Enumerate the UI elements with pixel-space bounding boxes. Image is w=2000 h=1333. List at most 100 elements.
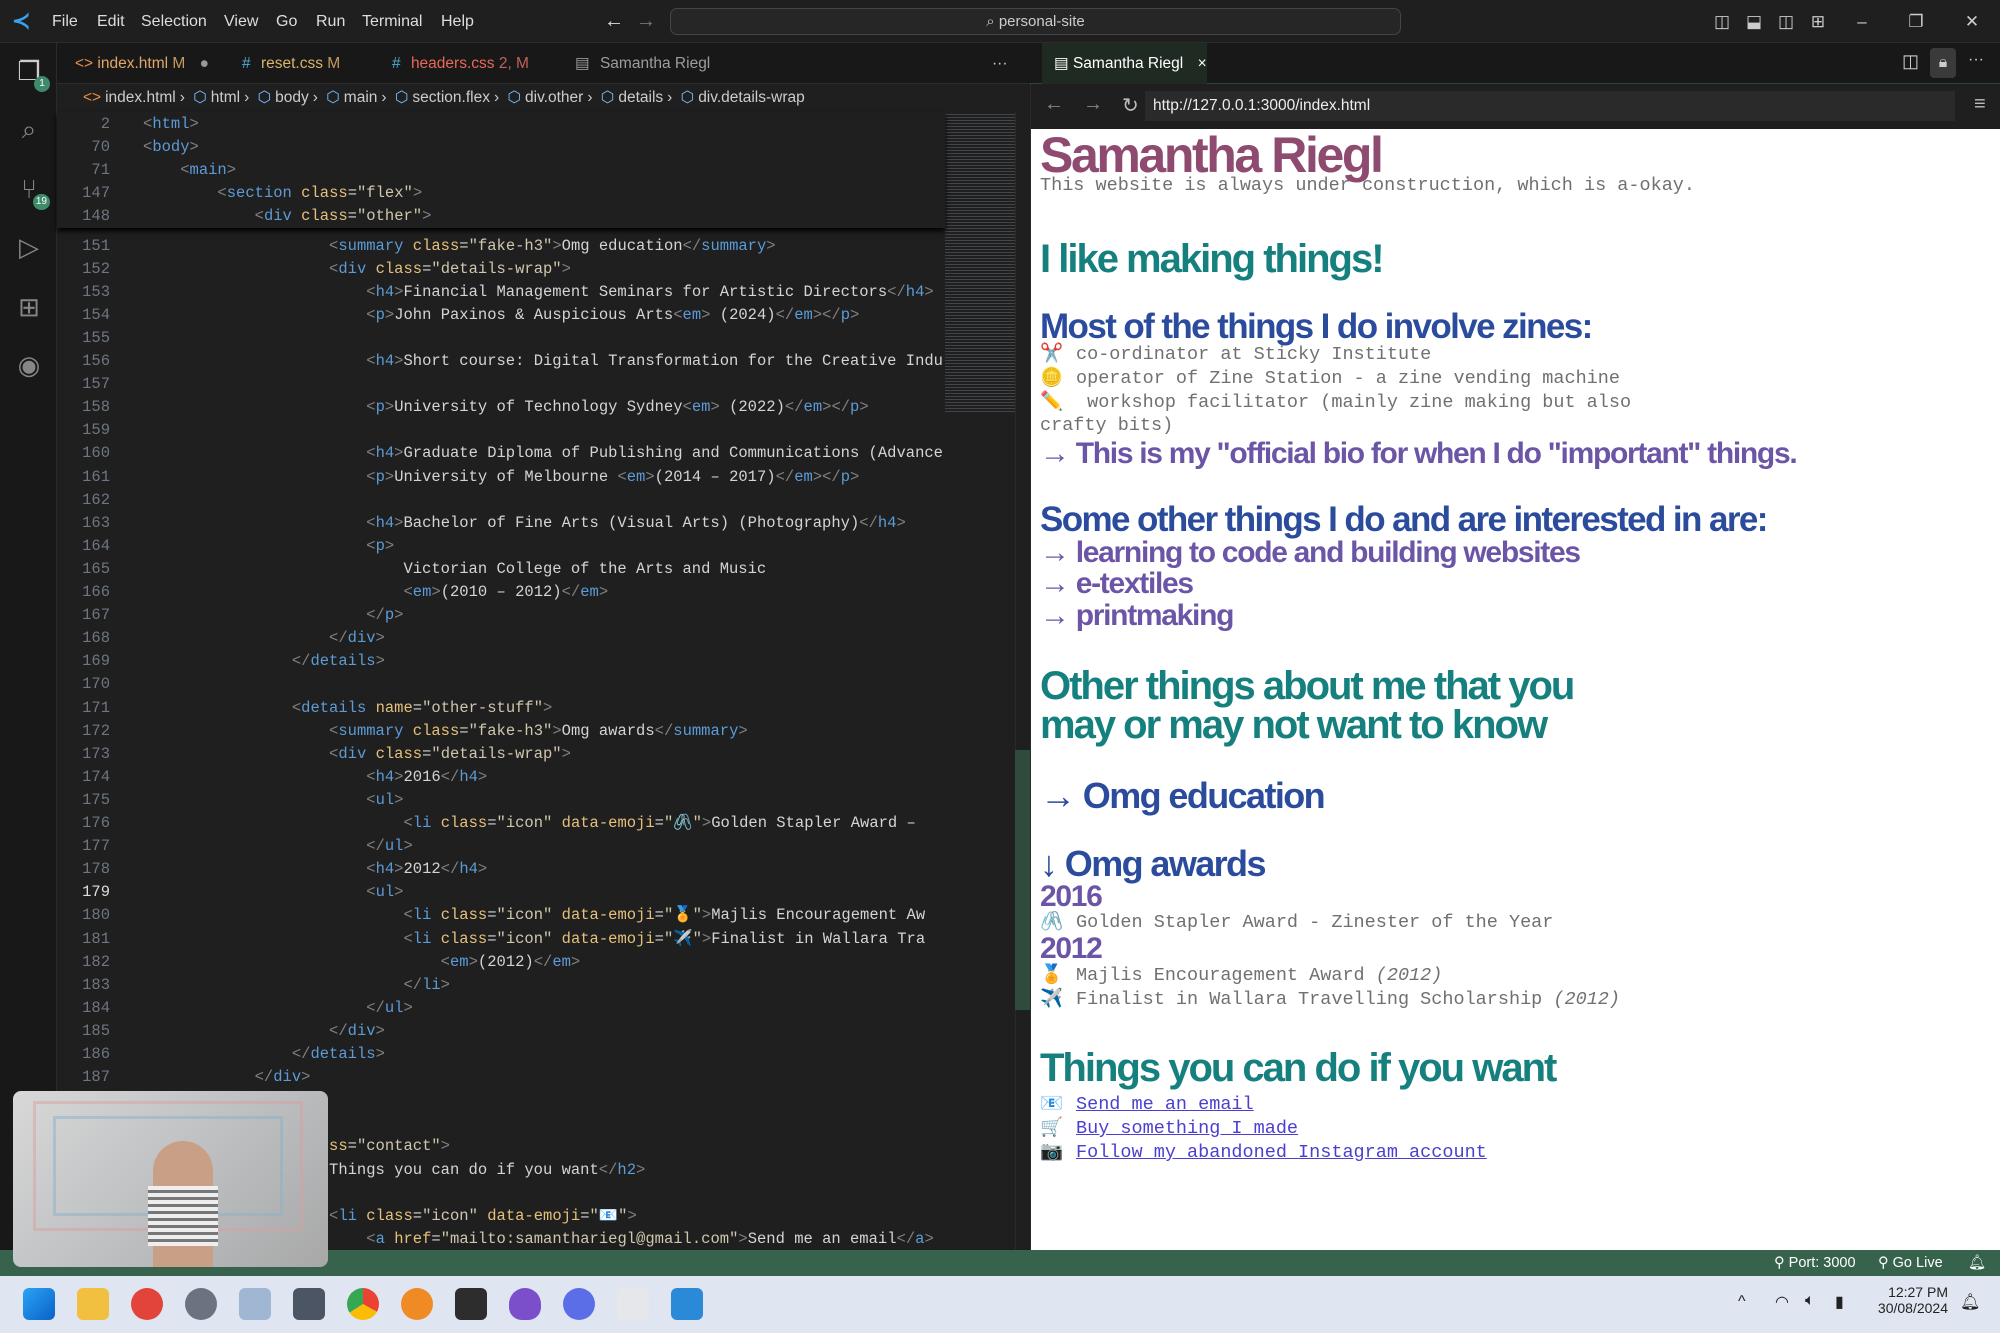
code-line[interactable]: 153 <h4>Financial Management Seminars fo… bbox=[57, 281, 945, 304]
resource-monitor-icon[interactable] bbox=[239, 1288, 271, 1320]
code-line[interactable]: 173 <div class="details-wrap"> bbox=[57, 743, 945, 766]
code-line[interactable]: 152 <div class="details-wrap"> bbox=[57, 258, 945, 281]
unsaved-dot-icon[interactable]: ● bbox=[200, 55, 209, 72]
search-app-icon[interactable] bbox=[401, 1288, 433, 1320]
code-line[interactable]: 178 <h4>2012</h4> bbox=[57, 858, 945, 881]
code-line[interactable]: 183 </li> bbox=[57, 974, 945, 997]
breadcrumb-item[interactable]: html bbox=[211, 89, 240, 106]
close-window-button[interactable]: ✕ bbox=[1956, 0, 1988, 43]
battery-icon[interactable]: ▮ bbox=[1835, 1292, 1844, 1312]
code-line[interactable]: 182 <em>(2012)</em> bbox=[57, 951, 945, 974]
breadcrumb-item[interactable]: div.details-wrap bbox=[698, 89, 805, 106]
calculator-icon[interactable] bbox=[293, 1288, 325, 1320]
education-summary[interactable]: → Omg education bbox=[1040, 775, 1326, 817]
code-line[interactable]: 171 <details name="other-stuff"> bbox=[57, 697, 945, 720]
code-line[interactable]: 185 </div> bbox=[57, 1020, 945, 1043]
explorer-icon[interactable]: ❐ 1 bbox=[14, 56, 50, 92]
menu-help[interactable]: Help bbox=[441, 0, 474, 43]
toggle-secondary-sidebar-icon[interactable]: ◫ bbox=[1770, 0, 1802, 43]
forward-icon[interactable]: → bbox=[1083, 93, 1103, 116]
snipping-tool-icon[interactable] bbox=[617, 1288, 649, 1320]
edge-devtools-icon[interactable]: ◉ bbox=[14, 350, 44, 380]
more-actions-icon[interactable]: ··· bbox=[1968, 51, 1984, 69]
breadcrumb-item[interactable]: details bbox=[618, 89, 663, 106]
code-line[interactable]: 169 </details> bbox=[57, 650, 945, 673]
source-control-icon[interactable]: ⑂ 19 bbox=[14, 174, 50, 210]
code-line[interactable]: 181 <li class="icon" data-emoji="✈️">Fin… bbox=[57, 928, 945, 951]
code-line[interactable]: 155 bbox=[57, 327, 945, 350]
menu-file[interactable]: File bbox=[52, 0, 78, 43]
toggle-sidebar-icon[interactable]: ◫ bbox=[1706, 0, 1738, 43]
lock-icon[interactable]: 🔒︎ bbox=[1930, 48, 1956, 78]
code-line[interactable]: 186 </details> bbox=[57, 1043, 945, 1066]
code-line[interactable]: 176 <li class="icon" data-emoji="🖇️">Gol… bbox=[57, 812, 945, 835]
breadcrumb-item[interactable]: body bbox=[275, 89, 309, 106]
awards-summary[interactable]: ↓ Omg awards bbox=[1040, 843, 1266, 885]
go-live-button[interactable]: ⚲ Go Live bbox=[1878, 1250, 1943, 1276]
obsidian-icon[interactable] bbox=[509, 1288, 541, 1320]
settings-icon[interactable] bbox=[185, 1288, 217, 1320]
start-button-icon[interactable] bbox=[23, 1288, 55, 1320]
restore-button[interactable]: ❐ bbox=[1900, 0, 1932, 43]
code-line[interactable]: 156 <h4>Short course: Digital Transforma… bbox=[57, 350, 945, 373]
code-line[interactable]: 184 </ul> bbox=[57, 997, 945, 1020]
sticky-scroll[interactable]: 2 <html> 70 <body> 71 <main> 147 <section cla… bbox=[57, 112, 945, 228]
code-line[interactable]: 71 <main> bbox=[57, 159, 945, 182]
split-editor-icon[interactable]: ◫ bbox=[1902, 51, 1919, 72]
menu-edit[interactable]: Edit bbox=[97, 0, 125, 43]
command-center-search[interactable]: ⌕ personal-site bbox=[670, 8, 1401, 35]
code-line[interactable]: 160 <h4>Graduate Diploma of Publishing a… bbox=[57, 442, 945, 465]
back-icon[interactable]: ← bbox=[1044, 93, 1064, 116]
code-line[interactable]: 163 <h4>Bachelor of Fine Arts (Visual Ar… bbox=[57, 512, 945, 535]
customize-layout-icon[interactable]: ⊞ bbox=[1802, 0, 1834, 43]
reload-icon[interactable]: ↻ bbox=[1122, 93, 1139, 118]
clock[interactable]: 12:27 PM 30/08/2024 bbox=[1868, 1284, 1948, 1316]
tab-samantha-riegl[interactable]: ▤ Samantha Riegl × bbox=[1042, 43, 1207, 84]
code-line[interactable]: 167 </p> bbox=[57, 604, 945, 627]
code-line[interactable]: 151 <summary class="fake-h3">Omg educati… bbox=[57, 235, 945, 258]
code-editor[interactable]: 151 <summary class="fake-h3">Omg educati… bbox=[57, 112, 945, 1250]
email-link[interactable]: Send me an email bbox=[1076, 1094, 1254, 1115]
code-line[interactable]: 168 </div> bbox=[57, 627, 945, 650]
tab-index-html[interactable]: <> index.html M ● bbox=[75, 43, 209, 84]
editor-scrollbar[interactable] bbox=[1015, 112, 1030, 1250]
code-line[interactable]: 187 </div> bbox=[57, 1066, 945, 1089]
code-line[interactable]: 161 <p>University of Melbourne <em>(2014… bbox=[57, 466, 945, 489]
close-tab-icon[interactable]: × bbox=[1198, 55, 1207, 72]
shop-link[interactable]: Buy something I made bbox=[1076, 1118, 1298, 1139]
vscode-taskbar-icon[interactable] bbox=[671, 1288, 703, 1320]
breadcrumb-item[interactable]: section.flex bbox=[412, 89, 490, 106]
code-line[interactable]: 170 bbox=[57, 673, 945, 696]
toggle-panel-icon[interactable]: ⬓ bbox=[1738, 0, 1770, 43]
wifi-icon[interactable]: ◠ bbox=[1775, 1292, 1789, 1312]
tab-headers-css[interactable]: # headers.css 2, M bbox=[392, 43, 529, 84]
code-line[interactable]: 158 <p>University of Technology Sydney<e… bbox=[57, 396, 945, 419]
vivaldi-icon[interactable] bbox=[131, 1288, 163, 1320]
tray-chevron-icon[interactable]: ^ bbox=[1738, 1293, 1746, 1311]
breadcrumb-item[interactable]: main bbox=[344, 89, 378, 106]
minimize-button[interactable]: – bbox=[1846, 0, 1878, 43]
run-debug-icon[interactable]: ▷ bbox=[14, 232, 44, 262]
todo-icon[interactable] bbox=[563, 1288, 595, 1320]
code-line[interactable]: 147 <section class="flex"> bbox=[57, 182, 945, 205]
breadcrumb-item[interactable]: div.other bbox=[525, 89, 583, 106]
code-line[interactable]: 157 bbox=[57, 373, 945, 396]
menu-selection[interactable]: Selection bbox=[141, 0, 207, 43]
instagram-link[interactable]: Follow my abandoned Instagram account bbox=[1076, 1142, 1487, 1163]
notifications-bell-icon[interactable]: 🔔︎ bbox=[1968, 1250, 1986, 1276]
url-input[interactable]: http://127.0.0.1:3000/index.html bbox=[1145, 91, 1955, 121]
code-line[interactable]: 166 <em>(2010 – 2012)</em> bbox=[57, 581, 945, 604]
chrome-icon[interactable] bbox=[347, 1288, 379, 1320]
notification-icon[interactable]: 🔔︎ bbox=[1960, 1292, 1980, 1312]
code-line[interactable]: 175 <ul> bbox=[57, 789, 945, 812]
tab-preview[interactable]: ▤ Samantha Riegl bbox=[575, 43, 710, 84]
minimap[interactable] bbox=[945, 112, 1015, 1250]
menu-run[interactable]: Run bbox=[316, 0, 345, 43]
volume-icon[interactable]: 🔈︎ bbox=[1805, 1292, 1815, 1310]
code-line[interactable]: 159 bbox=[57, 419, 945, 442]
sticky-notes-icon[interactable] bbox=[455, 1288, 487, 1320]
menu-icon[interactable]: ≡ bbox=[1974, 93, 1986, 116]
code-line[interactable]: 174 <h4>2016</h4> bbox=[57, 766, 945, 789]
code-line[interactable]: 177 </ul> bbox=[57, 835, 945, 858]
tab-reset-css[interactable]: # reset.css M bbox=[242, 43, 340, 84]
